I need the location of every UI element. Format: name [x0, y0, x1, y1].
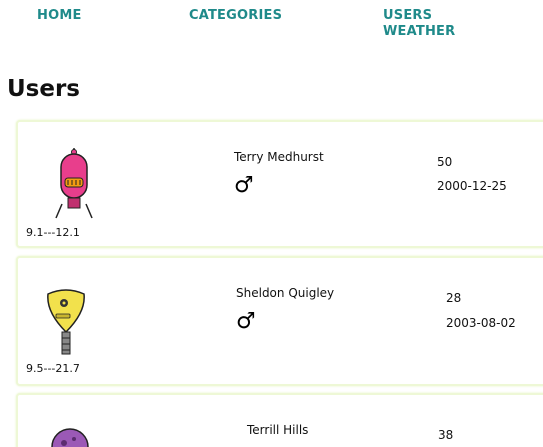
nav-categories-link[interactable]: CATEGORIES [189, 8, 282, 24]
user-card[interactable]: Terrill Hills 38 [16, 393, 543, 447]
user-card[interactable]: 9.1---12.1 Terry Medhurst ♂ 50 2000-12-2… [16, 120, 543, 248]
users-page: HOME CATEGORIES USERS WEATHER Users 9.1-… [0, 0, 543, 447]
yellow-robot-avatar-icon [47, 289, 85, 355]
male-gender-icon: ♂ [236, 309, 256, 334]
user-age: 50 [437, 155, 453, 169]
user-birthdate: 2000-12-25 [437, 179, 507, 193]
nav-weather-link[interactable]: WEATHER [383, 24, 455, 39]
user-name: Terrill Hills [247, 423, 309, 437]
user-age: 28 [446, 291, 462, 305]
user-range: 9.5---21.7 [26, 362, 80, 375]
pink-robot-avatar-icon [55, 148, 93, 219]
user-card[interactable]: 9.5---21.7 Sheldon Quigley ♂ 28 2003-08-… [16, 256, 543, 386]
purple-robot-avatar-icon [51, 428, 89, 447]
top-nav: HOME CATEGORIES USERS WEATHER [0, 0, 543, 50]
user-name: Sheldon Quigley [236, 286, 335, 300]
page-title: Users [7, 76, 80, 102]
user-range: 9.1---12.1 [26, 226, 80, 239]
nav-users-link[interactable]: USERS [383, 8, 432, 23]
user-name: Terry Medhurst [234, 150, 324, 164]
user-age: 38 [438, 428, 454, 442]
nav-users-weather-links[interactable]: USERS WEATHER [383, 8, 473, 40]
nav-home-link[interactable]: HOME [37, 8, 82, 24]
user-birthdate: 2003-08-02 [446, 316, 516, 330]
male-gender-icon: ♂ [234, 173, 254, 198]
